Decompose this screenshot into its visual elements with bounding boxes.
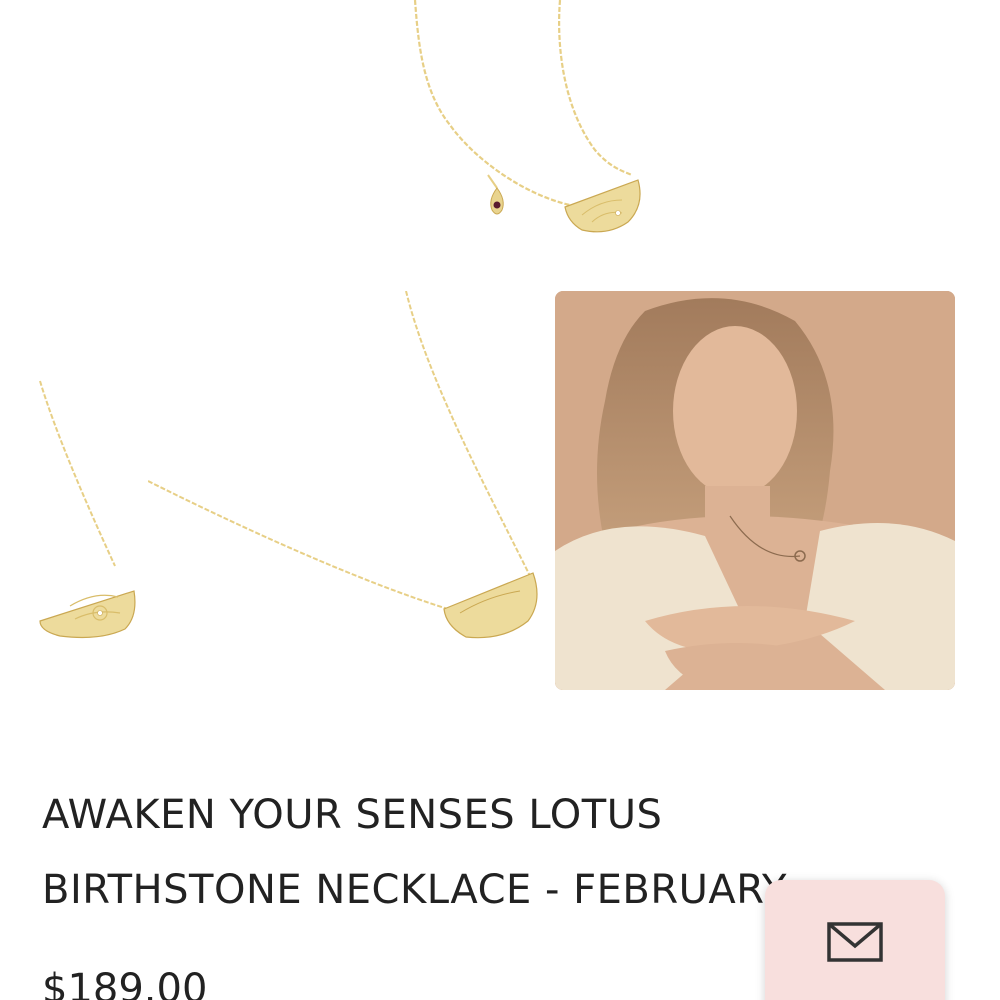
mail-icon <box>827 922 883 962</box>
product-page: AWAKEN YOUR SENSES LOTUS BIRTHSTONE NECK… <box>0 0 1000 1000</box>
product-price: $189.00 <box>42 966 208 1000</box>
thumbnail-pendant-closeup[interactable] <box>0 291 140 690</box>
product-main-image[interactable] <box>360 0 680 260</box>
thumbnail-model-wearing-necklace[interactable] <box>555 291 955 690</box>
product-title: AWAKEN YOUR SENSES LOTUS BIRTHSTONE NECK… <box>42 778 872 928</box>
product-title-line-1: AWAKEN YOUR SENSES LOTUS <box>42 792 663 838</box>
thumbnail-necklace-side-view[interactable] <box>148 291 546 690</box>
product-title-line-2: BIRTHSTONE NECKLACE - FEBRUARY <box>42 867 787 913</box>
contact-mail-button[interactable] <box>765 880 945 1000</box>
